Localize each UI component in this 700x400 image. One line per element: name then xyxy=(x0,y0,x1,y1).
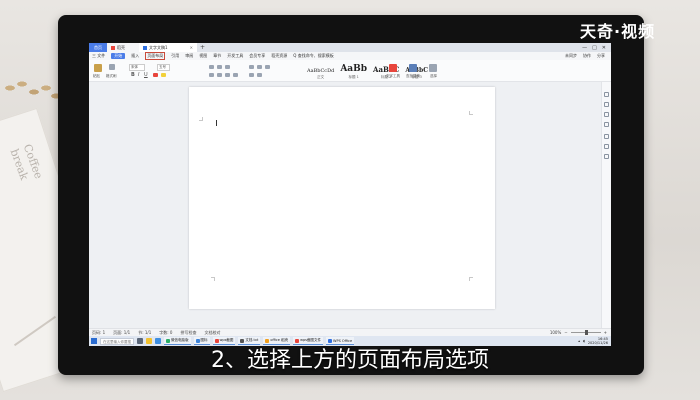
menu-start[interactable]: 开始 xyxy=(111,53,126,59)
menu-member[interactable]: 会员专享 xyxy=(249,53,265,59)
tab-daoke-label: 稻壳 xyxy=(117,45,125,50)
sync-status[interactable]: 未同步 xyxy=(565,53,577,59)
daoke-icon xyxy=(111,45,115,50)
borders-icon[interactable] xyxy=(257,73,262,77)
collaborate-button[interactable]: 协作 xyxy=(583,53,591,59)
menu-review[interactable]: 审阅 xyxy=(185,53,193,59)
paste-label: 粘贴 xyxy=(93,74,100,78)
side-tool-settings-icon[interactable] xyxy=(604,134,609,139)
menu-search[interactable]: Q 查找命令、搜索模板 xyxy=(293,53,333,59)
zoom-control: 100% − + xyxy=(550,330,611,335)
align-left-icon[interactable] xyxy=(209,73,214,77)
side-tool-select-icon[interactable] xyxy=(604,112,609,117)
document-icon xyxy=(143,45,147,50)
bullets-icon[interactable] xyxy=(209,65,214,69)
wps-menu-bar: 三 文件 开始 插入 页面布局 引用 审阅 视图 章节 开发工具 会员专享 稻壳… xyxy=(89,52,611,60)
paste-icon[interactable] xyxy=(94,64,102,72)
style-heading-1[interactable]: AaBb 标题 1 xyxy=(340,64,367,80)
minimize-button[interactable]: — xyxy=(582,45,587,51)
style-heading-1-name: 标题 1 xyxy=(348,75,359,79)
close-tab-icon[interactable]: ✕ xyxy=(190,43,193,52)
font-color-icon[interactable] xyxy=(153,73,158,77)
paragraph-mark-icon[interactable] xyxy=(265,65,270,69)
style-normal-name: 正文 xyxy=(317,75,325,79)
maximize-button[interactable]: □ xyxy=(592,45,597,51)
menu-page-layout[interactable]: 页面布局 xyxy=(145,52,166,60)
side-tool-adjust-icon[interactable] xyxy=(604,92,609,97)
zoom-out-button[interactable]: − xyxy=(564,330,567,335)
zoom-in-button[interactable]: + xyxy=(604,330,607,335)
style-normal-sample: AaBbCcDd xyxy=(307,68,335,74)
select-label: 选择 xyxy=(430,74,437,78)
close-window-button[interactable]: ✕ xyxy=(602,45,606,51)
format-painter-icon[interactable] xyxy=(109,64,115,70)
tab-daoke[interactable]: 稻壳 xyxy=(107,43,139,52)
menu-file[interactable]: 三 文件 xyxy=(92,53,105,59)
menu-daoke-resources[interactable]: 稻壳资源 xyxy=(271,53,287,59)
status-spell-check[interactable]: 拼写检查 xyxy=(180,330,196,336)
share-button[interactable]: 分享 xyxy=(597,53,605,59)
side-tool-help-icon[interactable] xyxy=(604,154,609,159)
video-subtitle: 2、选择上方的页面布局选项 xyxy=(211,348,489,373)
margin-mark-bottom-left xyxy=(211,277,215,281)
text-tools-label: 文字工具 xyxy=(386,74,400,78)
margin-mark-top-right xyxy=(469,111,473,115)
ribbon-toolbar: 粘贴 格式刷 宋体 五号 B I U AaBbCcDd 正文 AaBb 标题 1 xyxy=(89,60,611,82)
italic-button[interactable]: I xyxy=(138,72,139,78)
window-controls: — □ ✕ xyxy=(582,45,611,51)
status-section: 节: 1/1 xyxy=(138,329,152,335)
margin-mark-top-left xyxy=(199,117,203,121)
menu-section[interactable]: 章节 xyxy=(213,53,221,59)
justify-icon[interactable] xyxy=(233,73,238,77)
font-name-select[interactable]: 宋体 xyxy=(129,64,145,71)
menu-right-group: 未同步 协作 分享 xyxy=(565,53,611,59)
new-tab-button[interactable]: + xyxy=(200,44,205,51)
tab-document[interactable]: 文字文稿1 ✕ xyxy=(139,43,197,52)
margin-mark-bottom-right xyxy=(469,277,473,281)
zoom-slider[interactable] xyxy=(570,330,601,335)
status-pages: 页面: 1/1 xyxy=(113,329,131,335)
bold-button[interactable]: B xyxy=(131,72,135,78)
style-heading-1-sample: AaBb xyxy=(340,64,368,74)
style-normal[interactable]: AaBbCcDd 正文 xyxy=(307,68,334,80)
find-replace-label: 查找替换 xyxy=(406,74,420,78)
monitor-screen: 首页 稻壳 文字文稿1 ✕ + — □ ✕ 三 文件 开始 插入 页面布局 引用… xyxy=(89,43,611,346)
menu-view[interactable]: 视图 xyxy=(199,53,207,59)
document-workspace xyxy=(89,82,601,328)
status-word-count[interactable]: 字数: 0 xyxy=(159,330,172,336)
side-tool-pen-icon[interactable] xyxy=(604,102,609,107)
status-bar: 页码: 1 页面: 1/1 节: 1/1 字数: 0 拼写检查 文档校对 100… xyxy=(89,328,611,336)
find-replace-icon[interactable] xyxy=(409,64,417,72)
shading-icon[interactable] xyxy=(249,73,254,77)
text-cursor xyxy=(216,120,217,126)
highlight-icon[interactable] xyxy=(161,73,166,77)
wps-title-bar: 首页 稻壳 文字文稿1 ✕ + — □ ✕ xyxy=(89,43,611,52)
tab-home-label: 首页 xyxy=(94,45,102,50)
sort-icon[interactable] xyxy=(257,65,262,69)
align-right-icon[interactable] xyxy=(225,73,230,77)
font-size-select[interactable]: 五号 xyxy=(157,64,170,71)
menu-developer[interactable]: 开发工具 xyxy=(227,53,243,59)
numbering-icon[interactable] xyxy=(217,65,222,69)
zoom-slider-knob[interactable] xyxy=(584,330,588,335)
underline-button[interactable]: U xyxy=(144,72,148,78)
right-tool-panel xyxy=(601,82,611,328)
status-doc-check[interactable]: 文档校对 xyxy=(204,330,220,336)
indent-icon[interactable] xyxy=(225,65,230,69)
side-tool-backup-icon[interactable] xyxy=(604,144,609,149)
format-painter-label: 格式刷 xyxy=(106,74,117,78)
select-icon[interactable] xyxy=(429,64,437,72)
zoom-level[interactable]: 100% xyxy=(550,330,561,335)
status-page-number: 页码: 1 xyxy=(92,329,106,335)
menu-insert[interactable]: 插入 xyxy=(131,53,139,59)
watermark-logo: 天奇·视频 xyxy=(580,22,656,41)
line-spacing-icon[interactable] xyxy=(249,65,254,69)
menu-references[interactable]: 引用 xyxy=(171,53,179,59)
document-page[interactable] xyxy=(189,87,495,309)
tab-home[interactable]: 首页 xyxy=(89,43,107,52)
side-tool-bookmark-icon[interactable] xyxy=(604,122,609,127)
text-tools-icon[interactable] xyxy=(389,64,397,72)
tab-document-label: 文字文稿1 xyxy=(149,45,168,50)
align-center-icon[interactable] xyxy=(217,73,222,77)
